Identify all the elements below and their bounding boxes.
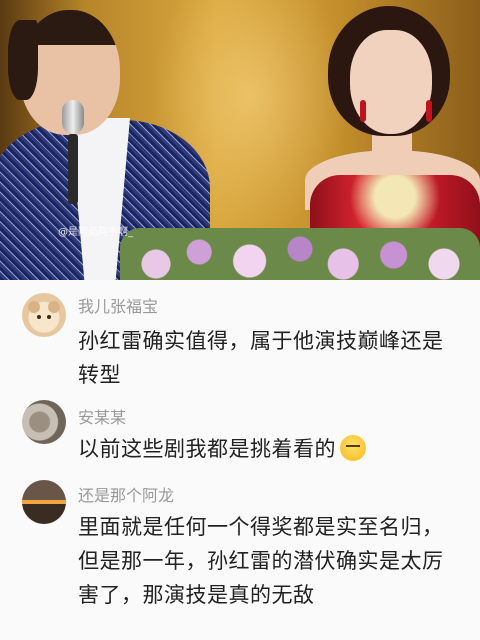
sunset-avatar[interactable] — [22, 480, 66, 524]
microphone-icon — [62, 100, 84, 204]
man-hair — [8, 20, 38, 100]
comment-username[interactable]: 我儿张福宝 — [78, 293, 158, 317]
comment-text: 里面就是任何一个得奖都是实至名归，但是那一年，孙红雷的潜伏确实是太厉害了，那演技… — [78, 515, 444, 607]
cat-avatar[interactable] — [22, 400, 66, 444]
video-watermark: @是阿局阿手啊_ — [58, 227, 133, 238]
comment-text: 孙红雷确实值得，属于他演技巅峰还是转型 — [78, 329, 444, 387]
comment-text-body: 以前这些剧我都是挑着看的 — [78, 437, 336, 461]
comment-username[interactable]: 还是那个阿龙 — [78, 482, 174, 506]
dog-avatar[interactable] — [22, 293, 66, 337]
video-frame[interactable]: @是阿局阿手啊_ — [0, 0, 480, 280]
earring — [426, 100, 432, 122]
comment-username[interactable]: 安某某 — [78, 404, 126, 428]
comment-list: 我儿张福宝 孙红雷确实值得，属于他演技巅峰还是转型 安某某 以前这些剧我都是挑着… — [0, 280, 480, 640]
earring — [360, 100, 366, 122]
comment-text: 以前这些剧我都是挑着看的 — [78, 432, 458, 466]
sleepy-face-emoji-icon — [340, 435, 366, 461]
flower-bouquet — [120, 228, 480, 280]
